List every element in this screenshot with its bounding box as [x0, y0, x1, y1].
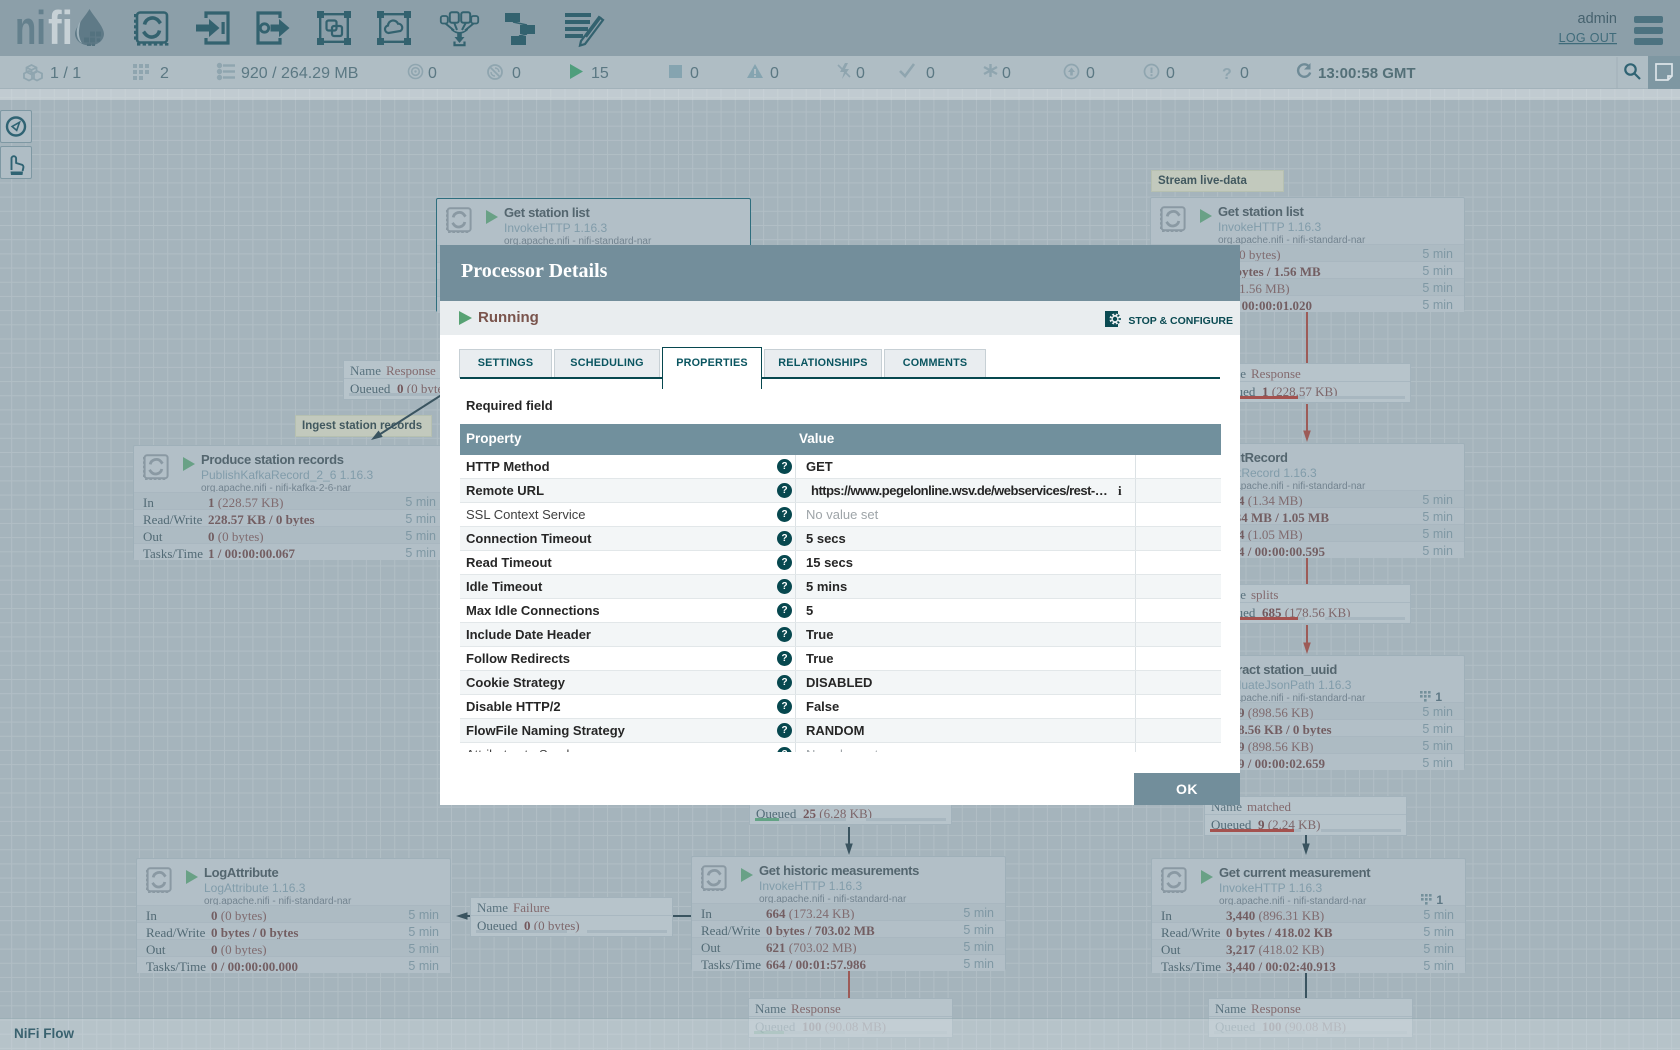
svg-text:fi: fi — [48, 1, 73, 54]
svg-text:13:00:58 GMT: 13:00:58 GMT — [1318, 65, 1416, 82]
svg-text:admin: admin — [1578, 11, 1618, 27]
svg-text:1 / 1: 1 / 1 — [50, 65, 81, 82]
svg-text:0: 0 — [1240, 65, 1249, 82]
svg-text:0: 0 — [926, 65, 935, 82]
svg-text:?: ? — [1222, 66, 1232, 83]
svg-text:0: 0 — [512, 65, 521, 82]
svg-text:ni: ni — [15, 1, 46, 54]
svg-text:920 / 264.29 MB: 920 / 264.29 MB — [241, 65, 358, 82]
svg-text:0: 0 — [1086, 65, 1095, 82]
svg-text:0: 0 — [1002, 65, 1011, 82]
svg-text:0: 0 — [770, 65, 779, 82]
svg-text:15: 15 — [591, 65, 609, 82]
svg-text:0: 0 — [1166, 65, 1175, 82]
svg-text:0: 0 — [856, 65, 865, 82]
svg-text:0: 0 — [428, 65, 437, 82]
svg-text:0: 0 — [690, 65, 699, 82]
svg-text:LOG OUT: LOG OUT — [1559, 31, 1617, 45]
svg-text:2: 2 — [160, 65, 169, 82]
